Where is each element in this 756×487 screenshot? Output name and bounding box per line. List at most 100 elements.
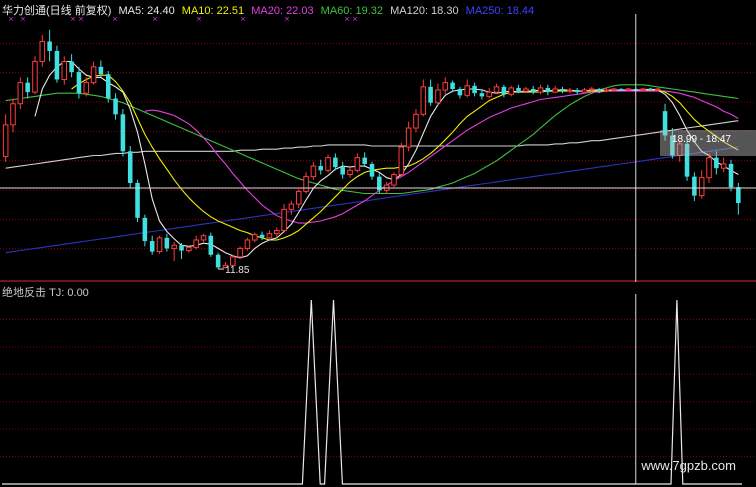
candle-body: [560, 88, 565, 92]
candle-body: [589, 88, 595, 91]
candle-body: [200, 235, 207, 241]
candle-body: [54, 50, 60, 80]
ma20-line: [144, 90, 739, 224]
candle-body: [405, 127, 412, 148]
candle-body: [362, 157, 367, 164]
indicator-legend: 绝地反击 TJ: 0.00: [2, 284, 89, 300]
candle-body: [333, 157, 338, 168]
candle-body: [574, 90, 580, 93]
candle-body: [530, 88, 536, 93]
candle-body: [10, 103, 16, 126]
candle-body: [706, 157, 712, 179]
candle-body: [413, 113, 419, 129]
candle-body: [698, 177, 705, 197]
candle-body: [486, 91, 492, 97]
candle-body: [728, 163, 734, 188]
candle-body: [625, 88, 632, 91]
candle-body: [581, 89, 588, 93]
indicator-value: TJ: 0.00: [49, 287, 89, 299]
candle-body: [420, 86, 427, 115]
candle-body: [318, 166, 323, 171]
range-label: 18.99 - 18.47: [672, 134, 731, 145]
candle-body: [127, 151, 133, 183]
candle-body: [325, 157, 331, 171]
candle-body: [508, 87, 514, 95]
candle-body: [516, 87, 521, 92]
candle-body: [17, 82, 24, 105]
low-price-label: 11.85: [225, 265, 250, 276]
candle-body: [398, 146, 405, 176]
candle-body: [105, 74, 111, 99]
candle-body: [120, 114, 126, 152]
candle-body: [266, 233, 273, 239]
candle-body: [537, 87, 544, 93]
candle-body: [156, 237, 163, 253]
candle-body: [552, 88, 558, 93]
candle-body: [32, 61, 38, 93]
candle-body: [618, 88, 624, 91]
candle-body: [215, 254, 221, 268]
candle-body: [479, 93, 485, 97]
candle-body: [640, 88, 646, 91]
candle-body: [603, 89, 610, 92]
candle-body: [303, 176, 309, 192]
candle-body: [288, 203, 295, 210]
candle-body: [25, 82, 30, 93]
candle-body: [596, 88, 602, 92]
candle-body: [654, 88, 661, 91]
candle-body: [273, 229, 280, 235]
candle-body: [259, 234, 265, 238]
candle-body: [567, 89, 573, 92]
candle-body: [186, 246, 192, 252]
candle-body: [450, 82, 455, 89]
candle-body: [736, 187, 741, 204]
candle-body: [501, 86, 507, 95]
candle-body: [295, 190, 302, 205]
candle-body: [347, 169, 353, 176]
candle-body: [244, 239, 251, 249]
candle-body: [720, 163, 727, 169]
ma120-legend: MA120: 18.30: [390, 5, 459, 17]
candle-body: [39, 40, 46, 63]
candle-body: [281, 208, 287, 231]
candle-body: [340, 167, 345, 175]
candle-body: [442, 82, 449, 91]
ma20-legend: MA20: 22.03: [251, 5, 314, 17]
candle-body: [61, 61, 68, 80]
candle-body: [142, 217, 148, 242]
candle-body: [310, 165, 317, 178]
candle-body: [692, 176, 697, 196]
candle-body: [208, 235, 214, 255]
candle-body: [435, 89, 441, 104]
candle-body: [193, 239, 199, 248]
candle-body: [164, 237, 170, 249]
candle-body: [648, 88, 653, 91]
chart-canvas[interactable]: 11.8518.99 - 18.47× × × × × × × × × × ×: [0, 0, 756, 487]
candle-body: [171, 244, 177, 249]
ma250-legend: MA250: 18.44: [465, 5, 535, 17]
candle-body: [391, 174, 397, 186]
candle-body: [369, 163, 375, 177]
ma10-legend: MA10: 22.51: [181, 5, 245, 17]
ma10-line: [71, 74, 739, 241]
candle-body: [76, 72, 82, 94]
candle-body: [464, 85, 471, 96]
candle-body: [714, 157, 719, 169]
candle-body: [179, 245, 184, 251]
candle-body: [523, 88, 529, 92]
watermark: www.7gpzb.com: [641, 458, 736, 473]
chart-title: 华力创通(日线 前复权): [2, 5, 112, 17]
candle-body: [2, 124, 9, 158]
candle-body: [90, 66, 97, 84]
candle-body: [113, 98, 118, 115]
candle-body: [472, 85, 477, 94]
candle-body: [237, 247, 243, 258]
candle-body: [69, 61, 74, 73]
ma60-legend: MA60: 19.32: [320, 5, 384, 17]
candle-body: [611, 88, 617, 91]
indicator-name: 绝地反击: [2, 287, 46, 299]
candle-body: [428, 86, 433, 103]
candle-body: [545, 87, 551, 93]
candle-body: [47, 41, 52, 51]
candle-body: [98, 66, 104, 75]
